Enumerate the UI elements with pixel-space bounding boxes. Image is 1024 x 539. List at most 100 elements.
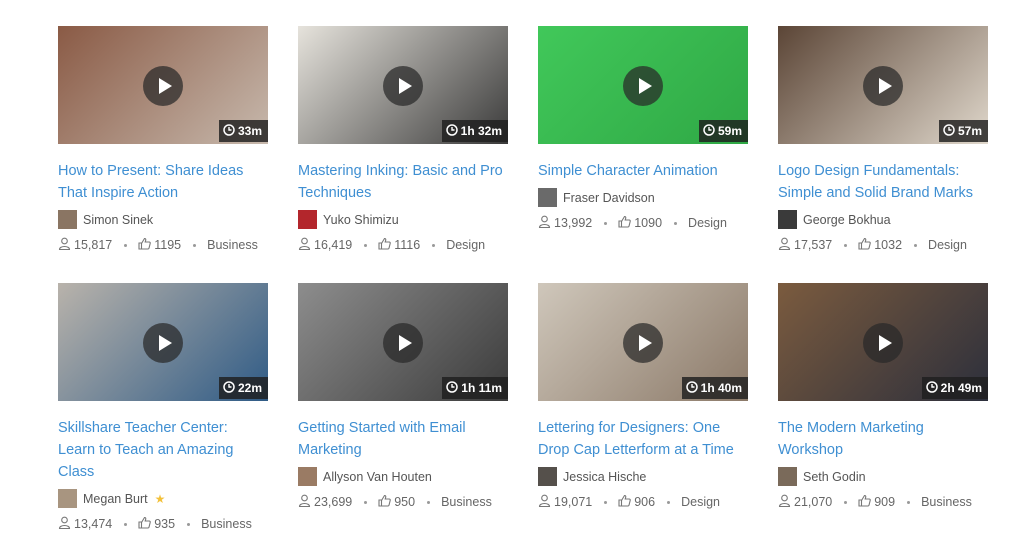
avatar[interactable]	[298, 210, 317, 229]
category-link[interactable]: Design	[446, 238, 485, 252]
students-icon	[298, 494, 311, 510]
teacher-row: Seth Godin	[778, 467, 988, 486]
thumbs-up-icon	[378, 494, 392, 510]
teacher-name[interactable]: Seth Godin	[803, 470, 866, 484]
course-title-link[interactable]: Simple Character Animation	[538, 160, 748, 182]
course-thumbnail[interactable]: 2h 49m	[778, 283, 988, 401]
duration-text: 2h 49m	[940, 381, 982, 395]
course-title-link[interactable]: Lettering for Designers: One Drop Cap Le…	[538, 417, 748, 461]
course-stats: 13,474 935 Business	[58, 516, 268, 532]
duration-text: 1h 32m	[460, 124, 502, 138]
play-button[interactable]	[143, 66, 183, 106]
play-button[interactable]	[383, 66, 423, 106]
students-count: 16,419	[314, 238, 353, 252]
course-stats: 17,537 1032 Design	[778, 237, 988, 253]
thumbs-up-icon	[858, 494, 872, 510]
course-card: 57m Logo Design Fundamentals: Simple and…	[778, 26, 988, 283]
thumbs-up-icon	[138, 237, 152, 253]
category-link[interactable]: Business	[441, 495, 492, 509]
teacher-name[interactable]: Fraser Davidson	[563, 191, 655, 205]
star-icon: ★	[154, 491, 166, 506]
separator-dot	[432, 243, 436, 247]
separator-dot	[914, 243, 918, 247]
course-card: 22m Skillshare Teacher Center: Learn to …	[58, 283, 268, 533]
course-title-link[interactable]: How to Present: Share Ideas That Inspire…	[58, 160, 268, 204]
teacher-name[interactable]: Yuko Shimizu	[323, 213, 399, 227]
category-link[interactable]: Business	[201, 517, 252, 531]
teacher-name[interactable]: Allyson Van Houten	[323, 470, 432, 484]
avatar[interactable]	[538, 188, 557, 207]
course-thumbnail[interactable]: 59m	[538, 26, 748, 144]
category-link[interactable]: Design	[928, 238, 967, 252]
play-button[interactable]	[143, 323, 183, 363]
play-button[interactable]	[383, 323, 423, 363]
separator-dot	[427, 500, 431, 504]
play-button[interactable]	[863, 66, 903, 106]
course-thumbnail[interactable]: 22m	[58, 283, 268, 401]
likes-count: 950	[394, 495, 416, 509]
course-stats: 23,699 950 Business	[298, 494, 508, 510]
students-icon	[538, 494, 551, 510]
play-button[interactable]	[623, 323, 663, 363]
course-thumbnail[interactable]: 33m	[58, 26, 268, 144]
course-title-link[interactable]: Logo Design Fundamentals: Simple and Sol…	[778, 160, 988, 204]
separator-dot	[604, 221, 608, 225]
course-stats: 13,992 1090 Design	[538, 215, 748, 231]
play-button[interactable]	[863, 323, 903, 363]
separator-dot	[604, 500, 608, 504]
course-title-link[interactable]: The Modern Marketing Workshop	[778, 417, 988, 461]
teacher-row: Fraser Davidson	[538, 188, 748, 207]
course-title-link[interactable]: Getting Started with Email Marketing	[298, 417, 508, 461]
students-stat: 13,474	[58, 516, 112, 532]
course-card: 59m Simple Character Animation Fraser Da…	[538, 26, 748, 283]
teacher-name[interactable]: George Bokhua	[803, 213, 891, 227]
course-thumbnail[interactable]: 1h 32m	[298, 26, 508, 144]
separator-dot	[193, 243, 197, 247]
avatar[interactable]	[778, 467, 797, 486]
avatar[interactable]	[58, 489, 77, 508]
teacher-name[interactable]: Jessica Hische	[563, 470, 646, 484]
duration-badge: 33m	[218, 120, 268, 142]
likes-count: 935	[154, 517, 176, 531]
teacher-row: Allyson Van Houten	[298, 467, 508, 486]
category-link[interactable]: Design	[688, 216, 727, 230]
course-thumbnail[interactable]: 57m	[778, 26, 988, 144]
course-thumbnail[interactable]: 1h 40m	[538, 283, 748, 401]
duration-text: 33m	[237, 124, 262, 138]
category-link[interactable]: Business	[921, 495, 972, 509]
likes-stat: 909	[858, 494, 895, 510]
avatar[interactable]	[58, 210, 77, 229]
students-count: 17,537	[794, 238, 833, 252]
likes-count: 909	[874, 495, 896, 509]
duration-text: 1h 11m	[461, 381, 502, 395]
avatar[interactable]	[778, 210, 797, 229]
students-icon	[538, 215, 551, 231]
students-icon	[58, 237, 71, 253]
separator-dot	[124, 243, 128, 247]
separator-dot	[364, 243, 368, 247]
teacher-name[interactable]: Megan Burt	[83, 492, 148, 506]
course-card: 1h 40m Lettering for Designers: One Drop…	[538, 283, 748, 533]
course-grid: 33m How to Present: Share Ideas That Ins…	[58, 26, 988, 533]
students-count: 15,817	[74, 238, 113, 252]
students-count: 23,699	[314, 495, 353, 509]
students-count: 13,474	[74, 517, 113, 531]
category-link[interactable]: Design	[681, 495, 720, 509]
avatar[interactable]	[298, 467, 317, 486]
likes-stat: 935	[138, 516, 175, 532]
teacher-row: George Bokhua	[778, 210, 988, 229]
teacher-name[interactable]: Simon Sinek	[83, 213, 153, 227]
category-link[interactable]: Business	[207, 238, 258, 252]
course-stats: 21,070 909 Business	[778, 494, 988, 510]
separator-dot	[187, 522, 191, 526]
course-stats: 16,419 1116 Design	[298, 237, 508, 253]
students-icon	[778, 494, 791, 510]
students-count: 13,992	[554, 216, 593, 230]
avatar[interactable]	[538, 467, 557, 486]
separator-dot	[667, 500, 671, 504]
play-button[interactable]	[623, 66, 663, 106]
likes-count: 906	[634, 495, 656, 509]
course-title-link[interactable]: Skillshare Teacher Center: Learn to Teac…	[58, 417, 268, 483]
course-title-link[interactable]: Mastering Inking: Basic and Pro Techniqu…	[298, 160, 508, 204]
course-thumbnail[interactable]: 1h 11m	[298, 283, 508, 401]
